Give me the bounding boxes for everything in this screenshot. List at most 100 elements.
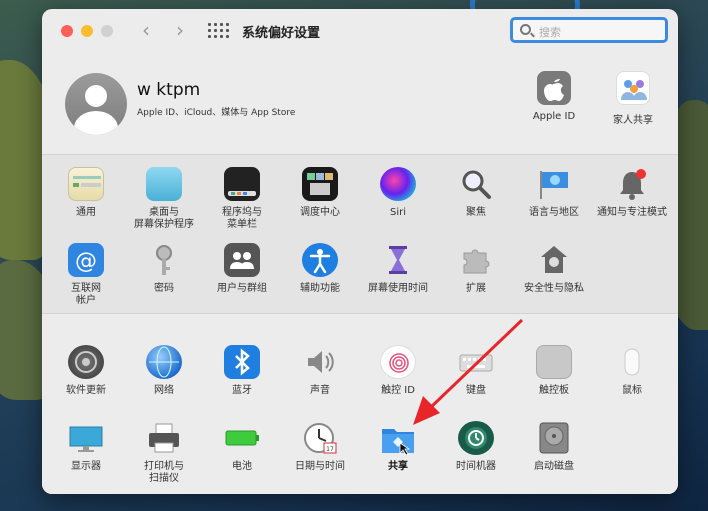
security-privacy-icon (536, 243, 572, 277)
passwords-icon (146, 243, 182, 277)
pane-language-region[interactable]: 语言与地区 (515, 167, 593, 219)
pane-date-time[interactable]: 17 日期与时间 (281, 421, 359, 473)
pane-printers-scanners[interactable]: 打印机与 扫描仪 (125, 421, 203, 485)
pane-sharing[interactable]: 共享 (359, 421, 437, 473)
title-bar: ‹ › 系统偏好设置 搜索 (42, 9, 678, 53)
pane-label: 电池 (232, 461, 252, 472)
pane-label: 鼠标 (622, 385, 642, 396)
zoom-button[interactable] (101, 25, 113, 37)
pane-label: 启动磁盘 (534, 461, 574, 472)
network-icon (146, 345, 182, 379)
pane-mission-control[interactable]: 调度中心 (281, 167, 359, 219)
language-region-icon (536, 167, 572, 201)
startup-disk-icon (536, 421, 572, 455)
preference-panes-personal: 通用 桌面与 屏幕保护程序 程序坞与 菜单栏 调度中心 Siri 聚焦 语言与地… (42, 154, 678, 314)
pane-label: 用户与群组 (217, 283, 267, 294)
pane-label: 互联网 帐户 (71, 283, 101, 306)
accessibility-icon (302, 243, 338, 277)
extensions-icon (458, 243, 494, 277)
pane-trackpad[interactable]: 触控板 (515, 345, 593, 397)
pane-startup-disk[interactable]: 启动磁盘 (515, 421, 593, 473)
time-machine-icon (458, 421, 494, 455)
show-all-grid-icon[interactable] (208, 23, 229, 39)
pane-mouse[interactable]: 鼠标 (593, 345, 671, 397)
internet-accounts-icon: @ (68, 243, 104, 277)
bluetooth-icon (224, 345, 260, 379)
svg-text:17: 17 (326, 446, 334, 453)
pane-general[interactable]: 通用 (47, 167, 125, 219)
search-placeholder: 搜索 (539, 26, 561, 39)
pane-label: 键盘 (466, 385, 486, 396)
pane-label: 语言与地区 (529, 207, 579, 218)
users-groups-icon (224, 243, 260, 277)
pane-siri[interactable]: Siri (359, 167, 437, 219)
window-title: 系统偏好设置 (242, 26, 321, 41)
pane-sound[interactable]: 声音 (281, 345, 359, 397)
pane-label: 安全性与隐私 (524, 283, 584, 294)
pane-label: 通用 (76, 207, 96, 218)
account-section: w ktpm Apple ID、iCloud、媒体与 App Store App… (42, 53, 678, 153)
pane-label: 调度中心 (300, 207, 340, 218)
pane-label: 时间机器 (456, 461, 496, 472)
pane-label: 显示器 (71, 461, 101, 472)
siri-icon (380, 167, 416, 201)
avatar[interactable] (65, 73, 127, 135)
pane-label: 辅助功能 (300, 283, 340, 294)
pane-spotlight[interactable]: 聚焦 (437, 167, 515, 219)
minimize-button[interactable] (81, 25, 93, 37)
pane-label: 聚焦 (466, 207, 486, 218)
pane-apple-id[interactable]: Apple ID (519, 71, 589, 122)
pane-label: Apple ID (532, 111, 576, 122)
forward-chevron-icon[interactable]: › (170, 18, 190, 42)
pane-desktop-screensaver[interactable]: 桌面与 屏幕保护程序 (125, 167, 203, 231)
pane-network[interactable]: 网络 (125, 345, 203, 397)
pane-accessibility[interactable]: 辅助功能 (281, 243, 359, 295)
user-subtitle: Apple ID、iCloud、媒体与 App Store (137, 108, 296, 118)
touch-id-icon (380, 345, 416, 379)
pane-label: 程序坞与 菜单栏 (222, 207, 262, 230)
pane-label: 密码 (154, 283, 174, 294)
pane-software-update[interactable]: 软件更新 (47, 345, 125, 397)
mission-control-icon (302, 167, 338, 201)
pane-label: 声音 (310, 385, 330, 396)
screen-time-icon (380, 243, 416, 277)
pane-extensions[interactable]: 扩展 (437, 243, 515, 295)
pane-label: 共享 (388, 461, 408, 472)
general-icon (68, 167, 104, 201)
notifications-icon (614, 167, 650, 201)
pane-bluetooth[interactable]: 蓝牙 (203, 345, 281, 397)
family-sharing-icon (616, 71, 650, 105)
pane-notifications[interactable]: 通知与专注模式 (593, 167, 671, 219)
printers-scanners-icon (146, 421, 182, 455)
search-icon (520, 24, 531, 35)
sound-icon (302, 345, 338, 379)
user-name[interactable]: w ktpm (137, 80, 200, 100)
pane-label: 家人共享 (613, 115, 653, 126)
pane-family-sharing[interactable]: 家人共享 (598, 71, 668, 126)
pane-touch-id[interactable]: 触控 ID (359, 345, 437, 397)
pane-passwords[interactable]: 密码 (125, 243, 203, 295)
pane-screen-time[interactable]: 屏幕使用时间 (359, 243, 437, 295)
pane-time-machine[interactable]: 时间机器 (437, 421, 515, 473)
pane-label: 网络 (154, 385, 174, 396)
pane-label: Siri (389, 207, 406, 218)
close-button[interactable] (61, 25, 73, 37)
back-chevron-icon[interactable]: ‹ (136, 18, 156, 42)
mouse-icon (614, 345, 650, 379)
pane-battery[interactable]: 电池 (203, 421, 281, 473)
pane-dock-menubar[interactable]: 程序坞与 菜单栏 (203, 167, 281, 231)
pane-keyboard[interactable]: 键盘 (437, 345, 515, 397)
pane-security-privacy[interactable]: 安全性与隐私 (515, 243, 593, 295)
pane-internet-accounts[interactable]: @ 互联网 帐户 (47, 243, 125, 307)
pane-label: 桌面与 屏幕保护程序 (134, 207, 194, 230)
pane-displays[interactable]: 显示器 (47, 421, 125, 473)
apple-id-icon (537, 71, 571, 105)
desktop-screensaver-icon (146, 167, 182, 201)
pane-users-groups[interactable]: 用户与群组 (203, 243, 281, 295)
sharing-icon (380, 421, 416, 456)
pane-label: 屏幕使用时间 (368, 283, 428, 294)
trackpad-icon (536, 345, 572, 379)
keyboard-icon (458, 345, 494, 379)
spotlight-icon (458, 167, 494, 201)
search-input[interactable]: 搜索 (510, 17, 668, 43)
